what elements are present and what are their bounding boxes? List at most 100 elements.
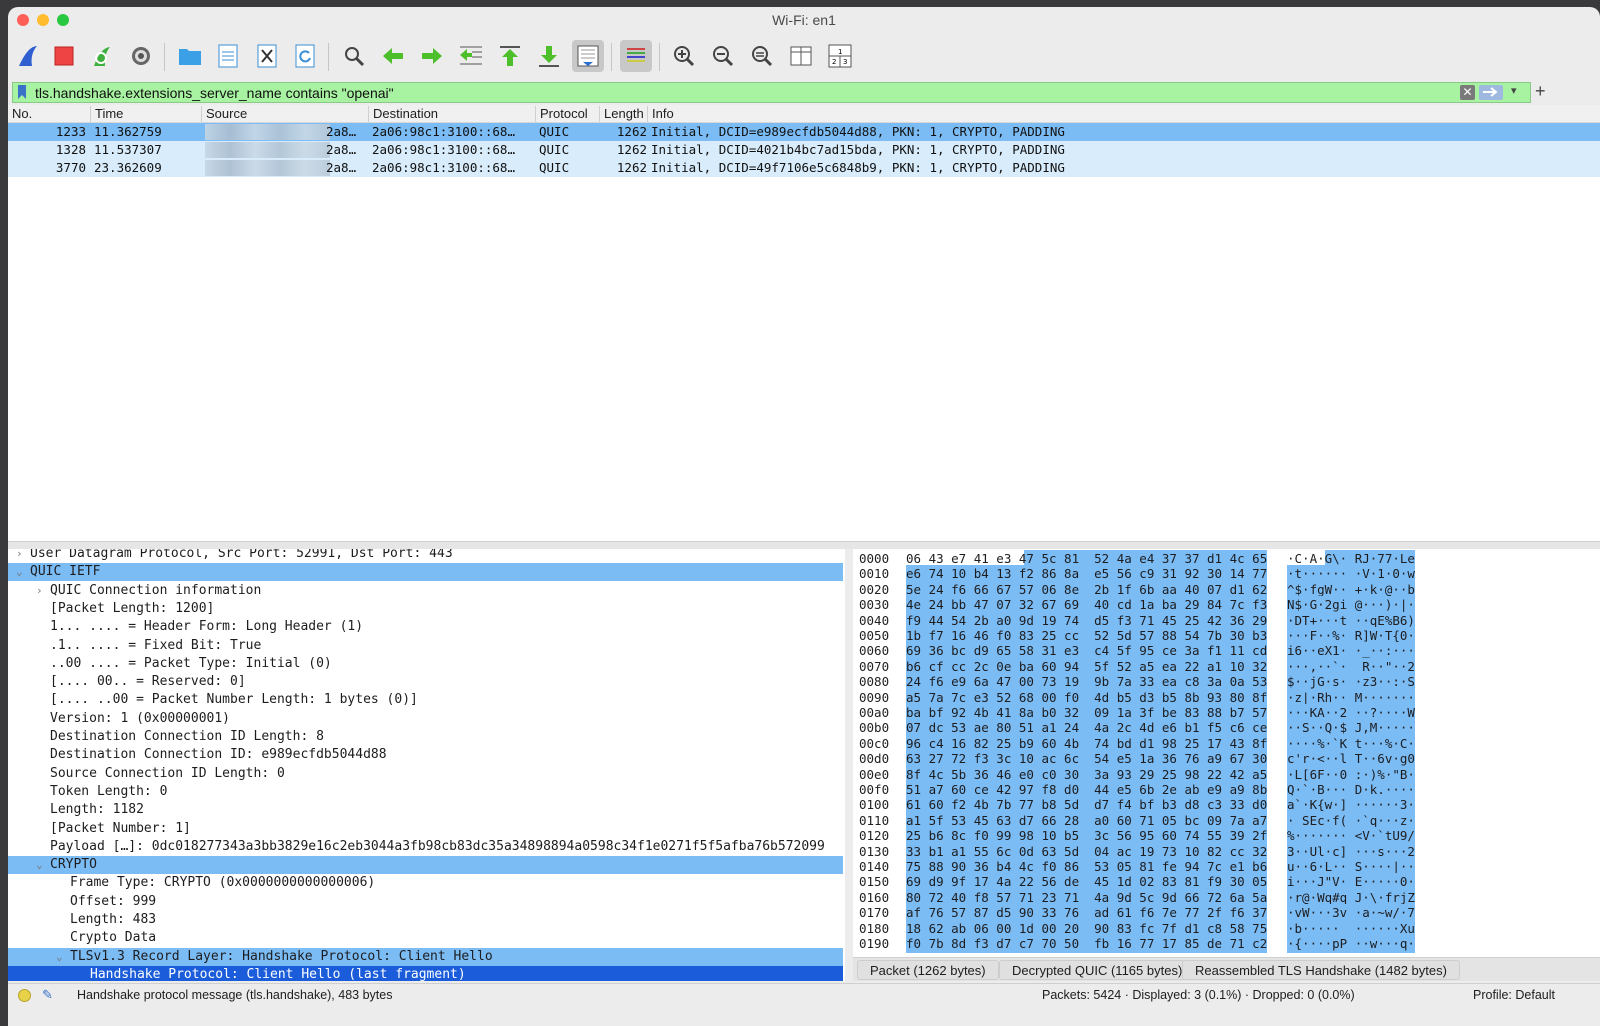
column-header-protocol[interactable]: Protocol bbox=[535, 106, 588, 122]
clear-filter-icon[interactable]: ✕ bbox=[1460, 85, 1475, 100]
wireshark-window: Wi-Fi: en1 123 ✕ ▾ + bbox=[8, 7, 1600, 1026]
packet-no-cell: 3770 bbox=[55, 160, 86, 175]
packet-protocol-cell: QUIC bbox=[539, 142, 570, 157]
detail-tree-row[interactable]: › User Datagram Protocol, Src Port: 52991… bbox=[8, 549, 843, 563]
close-window-button[interactable] bbox=[17, 14, 29, 26]
detail-tree-row[interactable]: Offset: 999 bbox=[8, 893, 843, 911]
shark-fin-start-icon[interactable] bbox=[12, 40, 44, 72]
detail-tree-row[interactable]: Payload […]: 0dc018277343a3bb3829e16c2eb… bbox=[8, 838, 843, 856]
detail-tree-row[interactable]: ⌄ CRYPTO bbox=[8, 856, 843, 875]
detail-field-text: [Packet Length: 1200] bbox=[50, 600, 215, 616]
add-filter-button-icon[interactable]: + bbox=[1535, 81, 1546, 102]
detail-field-text: TLSv1.3 Record Layer: Handshake Protocol… bbox=[70, 948, 493, 964]
detail-tree-row[interactable]: Length: 483 bbox=[8, 911, 843, 929]
packet-info-cell: Initial, DCID=e989ecfdb5044d88, PKN: 1, … bbox=[651, 124, 1065, 139]
filter-history-chevron-icon[interactable]: ▾ bbox=[1511, 84, 1517, 97]
tab-packet-bytes[interactable]: Packet (1262 bytes) bbox=[857, 960, 999, 980]
packet-length-cell: 1262 bbox=[616, 160, 647, 175]
minimize-window-button[interactable] bbox=[37, 14, 49, 26]
detail-tree-row[interactable]: ⌄ TLSv1.3 Record Layer: Handshake Protoco… bbox=[8, 947, 843, 966]
detail-tree-row[interactable]: .1.. .... = Fixed Bit: True bbox=[8, 637, 843, 655]
packet-info-cell: Initial, DCID=49f7106e5c6848b9, PKN: 1, … bbox=[651, 160, 1065, 175]
column-header-no[interactable]: No. bbox=[8, 106, 32, 122]
restart-icon[interactable] bbox=[86, 40, 118, 72]
normal-size-icon[interactable] bbox=[746, 40, 778, 72]
first-packet-icon[interactable] bbox=[494, 40, 526, 72]
detail-tree-row[interactable]: ⌄ QUIC IETF bbox=[8, 563, 843, 582]
detail-tree-row[interactable]: [.... 00.. = Reserved: 0] bbox=[8, 673, 843, 691]
packet-row[interactable]: 1328 11.537307 2a8… 2a06:98c1:3100::68… QUIC… bbox=[8, 141, 1600, 159]
packet-list: No. Time Source Destination Protocol Len… bbox=[8, 105, 1600, 541]
detail-tree-row[interactable]: › QUIC Connection information bbox=[8, 582, 843, 600]
save-file-icon[interactable] bbox=[212, 40, 244, 72]
packet-no-cell: 1233 bbox=[55, 124, 86, 139]
packet-row[interactable]: 1233 11.362759 2a8… 2a06:98c1:3100::68… QUIC… bbox=[8, 123, 1600, 141]
profile-label[interactable]: Profile: Default bbox=[1473, 984, 1555, 1006]
apply-filter-arrow-icon[interactable] bbox=[1479, 85, 1503, 100]
column-header-info[interactable]: Info bbox=[647, 106, 674, 122]
go-to-packet-icon[interactable] bbox=[455, 40, 487, 72]
packet-no-cell: 1328 bbox=[55, 142, 86, 157]
chevron-right-icon[interactable]: › bbox=[16, 549, 30, 563]
packet-destination-cell: 2a06:98c1:3100::68… bbox=[372, 160, 515, 175]
packet-time-cell: 11.537307 bbox=[94, 142, 162, 157]
detail-tree-row[interactable]: Destination Connection ID Length: 8 bbox=[8, 728, 843, 746]
title-bar: Wi-Fi: en1 bbox=[8, 7, 1600, 33]
vertical-splitter[interactable] bbox=[845, 549, 853, 981]
tab-decrypted-quic[interactable]: Decrypted QUIC (1165 bytes) bbox=[999, 960, 1196, 980]
detail-field-text: [.... 00.. = Reserved: 0] bbox=[50, 674, 246, 690]
find-packet-icon[interactable] bbox=[338, 40, 370, 72]
bookmark-icon[interactable] bbox=[17, 85, 27, 100]
column-header-destination[interactable]: Destination bbox=[368, 106, 438, 122]
detail-tree-row[interactable]: Crypto Data bbox=[8, 929, 843, 947]
chevron-down-icon[interactable]: ⌄ bbox=[16, 563, 30, 581]
packet-bytes-pane: 0000 06 43 e7 41 e3 47 5c 81 52 4a e4 37 … bbox=[853, 549, 1600, 957]
tab-reassembled-tls[interactable]: Reassembled TLS Handshake (1482 bytes) bbox=[1182, 960, 1460, 980]
go-forward-icon[interactable] bbox=[416, 40, 448, 72]
column-header-source[interactable]: Source bbox=[201, 106, 247, 122]
display-filter-input[interactable] bbox=[35, 83, 1455, 102]
detail-field-text: [.... ..00 = Packet Number Length: 1 byt… bbox=[50, 692, 418, 708]
detail-tree-row[interactable]: Destination Connection ID: e989ecfdb5044… bbox=[8, 746, 843, 764]
detail-tree-row[interactable]: Handshake Protocol: Client Hello (last f… bbox=[8, 965, 843, 981]
zoom-in-icon[interactable] bbox=[668, 40, 700, 72]
chevron-down-icon[interactable]: ⌄ bbox=[56, 948, 70, 966]
detail-tree-row[interactable]: Version: 1 (0x00000001) bbox=[8, 710, 843, 728]
zoom-window-button[interactable] bbox=[57, 14, 69, 26]
detail-tree-row[interactable]: Source Connection ID Length: 0 bbox=[8, 765, 843, 783]
detail-tree-row[interactable]: Frame Type: CRYPTO (0x0000000000000006) bbox=[8, 874, 843, 892]
detail-tree-row[interactable]: Token Length: 0 bbox=[8, 783, 843, 801]
stop-icon[interactable] bbox=[48, 40, 80, 72]
zoom-out-icon[interactable] bbox=[707, 40, 739, 72]
detail-tree-row[interactable]: [.... ..00 = Packet Number Length: 1 byt… bbox=[8, 691, 843, 709]
go-back-icon[interactable] bbox=[377, 40, 409, 72]
detail-tree-row[interactable]: ..00 .... = Packet Type: Initial (0) bbox=[8, 655, 843, 673]
chevron-right-icon[interactable]: › bbox=[36, 582, 50, 600]
autoscroll-icon[interactable] bbox=[572, 40, 604, 72]
resize-columns-icon[interactable] bbox=[785, 40, 817, 72]
expert-info-status-icon[interactable] bbox=[18, 989, 31, 1002]
detail-field-text: .1.. .... = Fixed Bit: True bbox=[50, 637, 262, 653]
detail-tree-row[interactable]: 1... .... = Header Form: Long Header (1) bbox=[8, 618, 843, 636]
packet-row[interactable]: 3770 23.362609 2a8… 2a06:98c1:3100::68… QUIC… bbox=[8, 159, 1600, 177]
hex-ascii[interactable]: ·{····pP ··w···q· bbox=[1287, 935, 1415, 953]
colorize-icon[interactable] bbox=[620, 40, 652, 72]
hex-bytes[interactable]: f0 7b 8d f3 d7 c7 70 50 fb 16 77 17 85 d… bbox=[906, 935, 1268, 953]
edit-comment-icon[interactable]: ✎ bbox=[42, 984, 53, 1006]
last-packet-icon[interactable] bbox=[533, 40, 565, 72]
detail-tree-row[interactable]: [Packet Length: 1200] bbox=[8, 600, 843, 618]
packet-info-cell: Initial, DCID=4021b4bc7ad15bda, PKN: 1, … bbox=[651, 142, 1065, 157]
open-folder-icon[interactable] bbox=[174, 40, 206, 72]
chevron-down-icon[interactable]: ⌄ bbox=[36, 856, 50, 874]
capture-options-gear-icon[interactable] bbox=[125, 40, 157, 72]
detail-field-text: Handshake Protocol: Client Hello (last f… bbox=[90, 966, 466, 981]
detail-tree-row[interactable]: Length: 1182 bbox=[8, 801, 843, 819]
pane-splitter[interactable] bbox=[8, 541, 1600, 549]
column-header-time[interactable]: Time bbox=[90, 106, 123, 122]
layout-icon[interactable]: 123 bbox=[824, 40, 856, 72]
close-file-icon[interactable] bbox=[251, 40, 283, 72]
column-header-length[interactable]: Length bbox=[599, 106, 644, 122]
reload-icon[interactable] bbox=[289, 40, 321, 72]
detail-field-text: Destination Connection ID Length: 8 bbox=[50, 729, 324, 744]
detail-tree-row[interactable]: [Packet Number: 1] bbox=[8, 820, 843, 838]
